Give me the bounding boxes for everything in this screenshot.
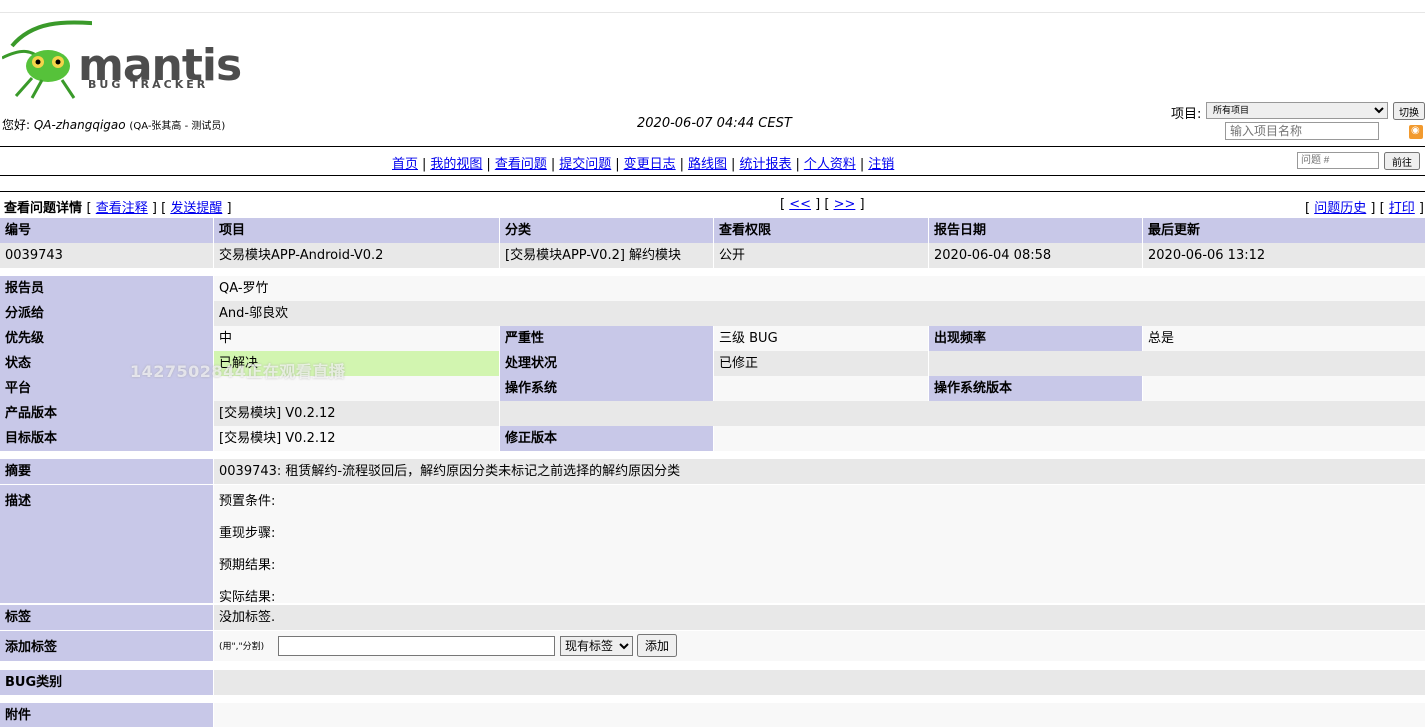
tags-value: 没加标签.	[214, 605, 1425, 630]
value-category: [交易模块APP-V0.2] 解约模块	[500, 243, 713, 268]
summary-value: 0039743: 租赁解约-流程驳回后，解约原因分类未标记之前选择的解约原因分类	[214, 459, 1425, 484]
project-search-input[interactable]	[1225, 122, 1379, 140]
project-label: 项目:	[1171, 107, 1202, 122]
description-line: 重现步骤:	[219, 526, 276, 541]
product-version-label: 产品版本	[0, 401, 213, 426]
issue-actions: [ 问题历史 ] [ 打印 ]	[1305, 201, 1425, 216]
menu-item-view-issues[interactable]: 查看问题	[495, 157, 547, 172]
page-title: 查看问题详情	[4, 201, 83, 216]
os-version-value	[1143, 376, 1425, 401]
print-link[interactable]: 打印	[1389, 201, 1415, 216]
username: QA-zhangqigao	[33, 118, 126, 132]
os-version-label: 操作系统版本	[929, 376, 1142, 401]
divider	[0, 191, 1425, 192]
header-category: 分类	[500, 218, 713, 243]
bug-category-value	[214, 670, 1425, 695]
switch-project-button[interactable]: 切换	[1393, 102, 1425, 120]
menu-item-roadmap[interactable]: 路线图	[688, 157, 727, 172]
reproducibility-value: 总是	[1143, 326, 1425, 351]
tag-input[interactable]	[278, 636, 555, 656]
stream-watermark: 1427502844正在观看直播	[130, 362, 346, 381]
header-last-updated: 最后更新	[1143, 218, 1425, 243]
fixed-version-value	[714, 426, 1425, 451]
value-project: 交易模块APP-Android-V0.2	[214, 243, 499, 268]
browser-top-strip	[0, 0, 1425, 13]
menu-item-my-view[interactable]: 我的视图	[430, 157, 482, 172]
prev-issue-link[interactable]: <<	[789, 197, 811, 212]
mantis-logo: mantis BUG TRACKER	[2, 18, 242, 100]
value-view-status: 公开	[714, 243, 928, 268]
view-notes-link[interactable]: 查看注释	[96, 201, 148, 216]
resolution-value: 已修正	[714, 351, 928, 376]
rss-icon[interactable]: ◉	[1409, 125, 1423, 139]
attachments-label: 附件	[0, 703, 213, 727]
greeting-prefix: 您好:	[2, 118, 34, 132]
product-version-value: [交易模块] V0.2.12	[214, 401, 499, 426]
description-line: 预期结果:	[219, 558, 276, 573]
description-label: 描述	[0, 485, 213, 603]
reporter-label: 报告员	[0, 276, 213, 301]
assigned-value: And-邬良欢	[214, 301, 1425, 326]
reporter-value: QA-罗竹	[214, 276, 1425, 301]
project-select[interactable]: 所有项目	[1206, 102, 1388, 119]
assigned-label: 分派给	[0, 301, 213, 326]
next-issue-link[interactable]: >>	[834, 197, 856, 212]
menu-item-summary[interactable]: 统计报表	[739, 157, 791, 172]
main-menu-bar: 首页 | 我的视图 | 查看问题 | 提交问题 | 变更日志 | 路线图 | 统计报表 | 个人资料 | 注销	[0, 146, 1425, 176]
header-project: 项目	[214, 218, 499, 243]
menu-item-changelog[interactable]: 变更日志	[624, 157, 676, 172]
bug-category-label: BUG类别	[0, 670, 213, 695]
value-date-submitted: 2020-06-04 08:58	[929, 243, 1142, 268]
add-tag-label: 添加标签	[0, 631, 213, 661]
menu-item-report-issue[interactable]: 提交问题	[559, 157, 611, 172]
menu-item-my-account[interactable]: 个人资料	[804, 157, 856, 172]
menu-item-logout[interactable]: 注销	[868, 157, 894, 172]
server-datetime: 2020-06-07 04:44 CEST	[637, 116, 792, 131]
description-line: 实际结果:	[219, 590, 276, 605]
os-value	[714, 376, 928, 401]
attachments-value	[214, 703, 1425, 727]
goto-issue-button[interactable]: 前往	[1384, 152, 1420, 170]
add-tag-hint: (用","分割)	[219, 642, 265, 652]
status-row-empty	[929, 351, 1425, 376]
reproducibility-label: 出现频率	[929, 326, 1142, 351]
os-label: 操作系统	[500, 376, 713, 401]
view-issue-details-header: 查看问题详情 [ 查看注释 ] [ 发送提醒 ]	[4, 201, 232, 216]
description-value: 预置条件: 重现步骤: 预期结果: 实际结果:	[214, 485, 1425, 605]
target-version-value: [交易模块] V0.2.12	[214, 426, 499, 451]
tags-label: 标签	[0, 605, 213, 630]
header-view-status: 查看权限	[714, 218, 928, 243]
resolution-label: 处理状况	[500, 351, 713, 376]
value-last-updated: 2020-06-06 13:12	[1143, 243, 1425, 268]
header-id: 编号	[0, 218, 213, 243]
add-tag-button[interactable]: 添加	[637, 634, 677, 657]
main-menu: 首页 | 我的视图 | 查看问题 | 提交问题 | 变更日志 | 路线图 | 统计报表 | 个人资料 | 注销	[392, 157, 895, 172]
summary-label: 摘要	[0, 459, 213, 484]
priority-value: 中	[214, 326, 499, 351]
existing-tags-select[interactable]: 现有标签	[560, 636, 633, 656]
priority-label: 优先级	[0, 326, 213, 351]
issue-pager: [ << ] [ >> ]	[780, 197, 865, 212]
target-version-label: 目标版本	[0, 426, 213, 451]
product-version-row-empty	[500, 401, 1425, 426]
fixed-version-label: 修正版本	[500, 426, 713, 451]
user-greeting: 您好: QA-zhangqigao (QA-张其高 - 测试员)	[2, 116, 225, 133]
header-date-submitted: 报告日期	[929, 218, 1142, 243]
menu-item-home[interactable]: 首页	[392, 157, 418, 172]
issue-history-link[interactable]: 问题历史	[1314, 201, 1366, 216]
logo-subtitle: BUG TRACKER	[88, 78, 209, 91]
description-line: 预置条件:	[219, 494, 276, 509]
severity-label: 严重性	[500, 326, 713, 351]
issue-number-input[interactable]	[1297, 152, 1379, 169]
value-id: 0039743	[0, 243, 213, 268]
user-role: (QA-张其高 - 测试员)	[129, 121, 226, 132]
send-reminder-link[interactable]: 发送提醒	[170, 201, 222, 216]
severity-value: 三级 BUG	[714, 326, 928, 351]
